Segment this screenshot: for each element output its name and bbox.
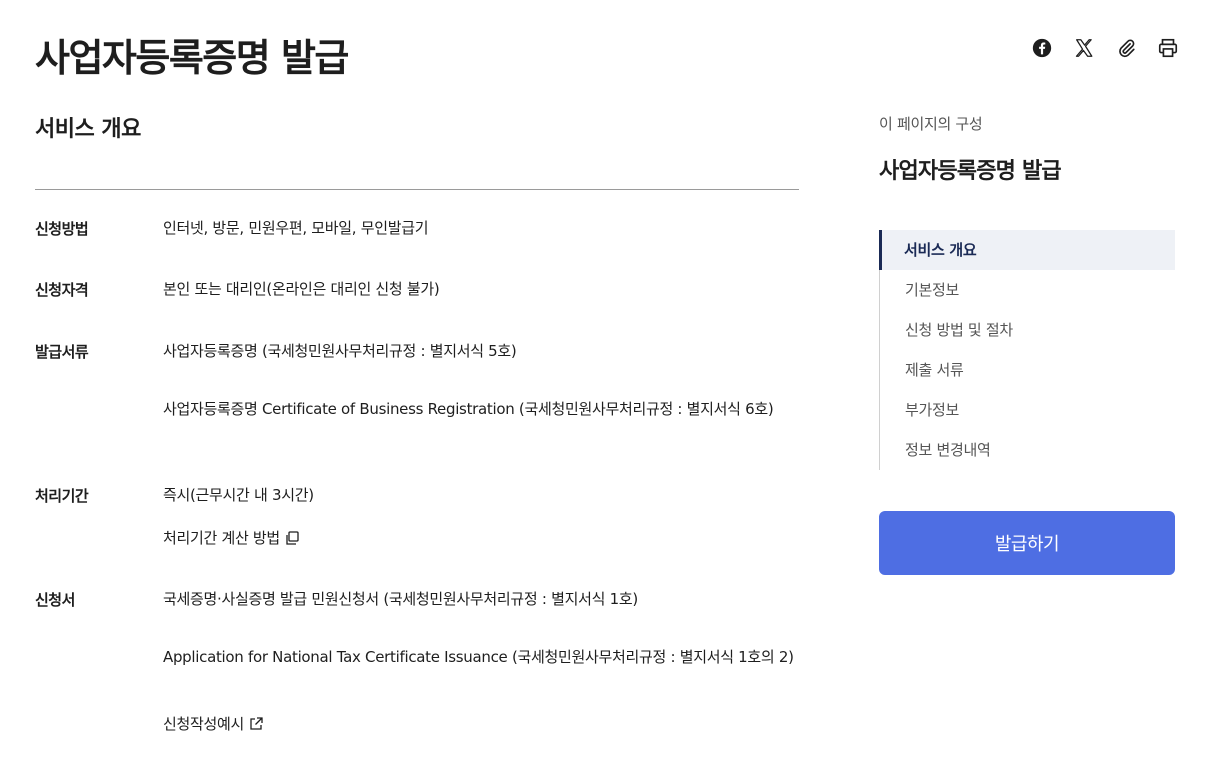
- share-bar: [1030, 36, 1180, 60]
- section-title-overview: 서비스 개요: [35, 117, 141, 142]
- toc-list: 서비스 개요 기본정보 신청 방법 및 절차 제출 서류 부가정보 정보 변경내…: [879, 230, 1176, 470]
- row-label-method: 신청방법: [35, 220, 89, 238]
- row-value-eligibility: 본인 또는 대리인(온라인은 대리인 신청 불가): [163, 280, 440, 298]
- toc-item-change-history[interactable]: 정보 변경내역: [880, 430, 1176, 470]
- external-link-icon: [250, 717, 263, 730]
- print-icon[interactable]: [1156, 36, 1180, 60]
- toc-caption: 이 페이지의 구성: [879, 115, 983, 133]
- row-value-document-1: 사업자등록증명 (국세청민원사무처리규정 : 별지서식 5호): [163, 342, 517, 360]
- section-divider: [35, 189, 799, 190]
- toc-item-documents[interactable]: 제출 서류: [880, 350, 1176, 390]
- row-value-form-1: 국세증명·사실증명 발급 민원신청서 (국세청민원사무처리규정 : 별지서식 1…: [163, 590, 638, 608]
- row-value-processing-time: 즉시(근무시간 내 3시간): [163, 486, 314, 504]
- row-value-form-2: Application for National Tax Certificate…: [163, 648, 794, 666]
- row-label-application-form: 신청서: [35, 591, 75, 609]
- row-value-method: 인터넷, 방문, 민원우편, 모바일, 무인발급기: [163, 219, 429, 237]
- issue-button[interactable]: 발급하기: [879, 511, 1175, 575]
- toc-item-basic-info[interactable]: 기본정보: [880, 270, 1176, 310]
- row-value-document-2: 사업자등록증명 Certificate of Business Registra…: [163, 400, 774, 418]
- x-icon[interactable]: [1072, 36, 1096, 60]
- paperclip-icon[interactable]: [1114, 36, 1138, 60]
- facebook-icon[interactable]: [1030, 36, 1054, 60]
- processing-time-calc-label: 처리기간 계산 방법: [163, 529, 280, 547]
- row-label-documents: 발급서류: [35, 343, 89, 361]
- toc-item-method-procedure[interactable]: 신청 방법 및 절차: [880, 310, 1176, 350]
- copy-icon: [286, 531, 299, 545]
- application-example-link[interactable]: 신청작성예시: [163, 712, 264, 736]
- toc-title: 사업자등록증명 발급: [879, 159, 1062, 184]
- row-label-eligibility: 신청자격: [35, 281, 89, 299]
- row-label-processing-time: 처리기간: [35, 487, 89, 505]
- processing-time-calc-link[interactable]: 처리기간 계산 방법: [163, 526, 300, 550]
- toc-item-additional-info[interactable]: 부가정보: [880, 390, 1176, 430]
- application-example-label: 신청작성예시: [163, 715, 245, 733]
- toc-item-overview[interactable]: 서비스 개요: [879, 230, 1175, 270]
- page-title: 사업자등록증명 발급: [35, 36, 349, 80]
